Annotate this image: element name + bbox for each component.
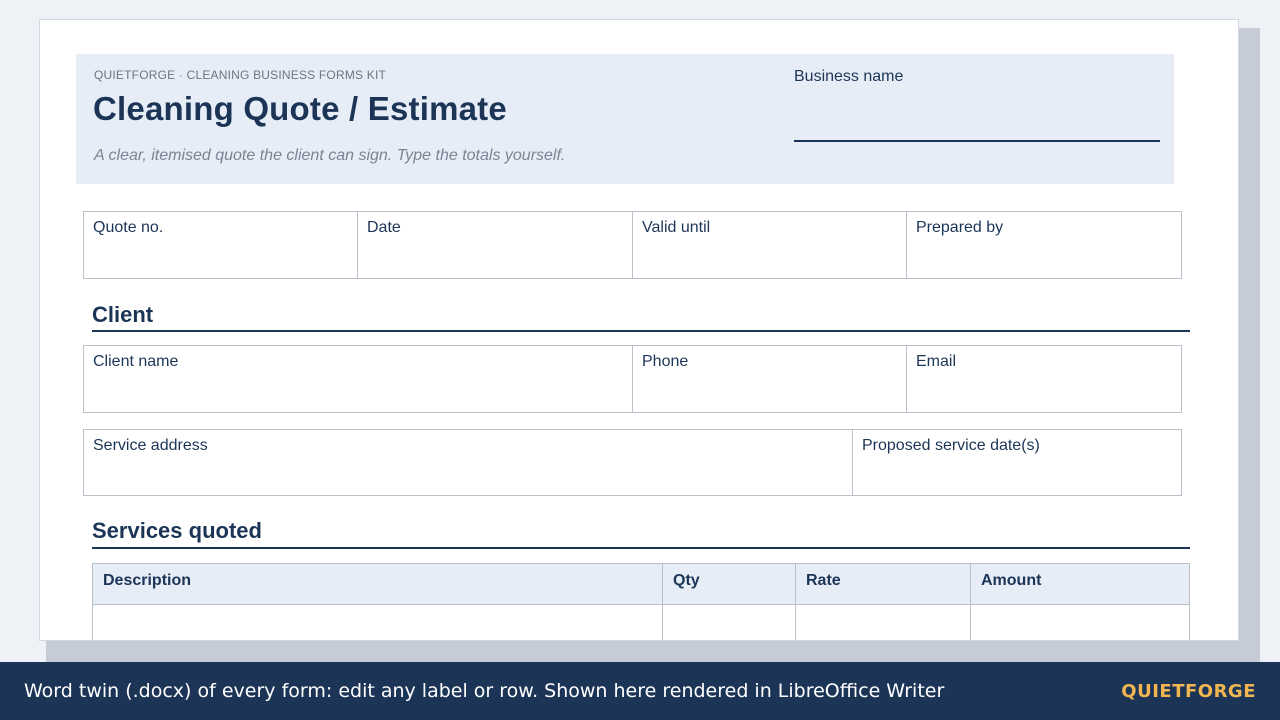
email-label: Email [916, 353, 957, 370]
services-table-header: Description Qty Rate Amount [93, 564, 1189, 605]
col-qty: Qty [663, 564, 796, 604]
valid-until-field[interactable]: Valid until [633, 212, 907, 278]
service-dates-label: Proposed service date(s) [862, 437, 1040, 454]
footer-caption: Word twin (.docx) of every form: edit an… [24, 680, 945, 702]
client-row-1: Client name Phone Email [83, 345, 1182, 413]
service-address-label: Service address [93, 437, 208, 454]
client-row-2: Service address Proposed service date(s) [83, 429, 1182, 496]
quote-info-row: Quote no. Date Valid until Prepared by [83, 211, 1182, 279]
service-dates-field[interactable]: Proposed service date(s) [853, 430, 1181, 495]
brand-logo: QUIETFORGE [1121, 680, 1256, 702]
qty-cell[interactable] [663, 605, 796, 640]
col-description: Description [93, 564, 663, 604]
table-row [93, 605, 1189, 640]
phone-field[interactable]: Phone [633, 346, 907, 412]
footer-bar: Word twin (.docx) of every form: edit an… [0, 662, 1280, 720]
page-subtitle: A clear, itemised quote the client can s… [94, 147, 566, 164]
client-name-label: Client name [93, 353, 179, 370]
services-table: Description Qty Rate Amount [92, 563, 1190, 640]
business-name-field[interactable] [794, 140, 1160, 142]
header-band: QUIETFORGE · CLEANING BUSINESS FORMS KIT… [76, 54, 1174, 184]
services-rule [92, 547, 1190, 549]
email-field[interactable]: Email [907, 346, 1181, 412]
quote-no-field[interactable]: Quote no. [84, 212, 358, 278]
quote-no-label: Quote no. [93, 219, 164, 236]
client-rule [92, 330, 1190, 332]
client-name-field[interactable]: Client name [84, 346, 633, 412]
amount-cell[interactable] [971, 605, 1189, 640]
page-title: Cleaning Quote / Estimate [93, 90, 507, 127]
prepared-by-label: Prepared by [916, 219, 1004, 236]
service-address-field[interactable]: Service address [84, 430, 853, 495]
services-heading: Services quoted [92, 518, 262, 543]
date-field[interactable]: Date [358, 212, 633, 278]
description-cell[interactable] [93, 605, 663, 640]
col-rate: Rate [796, 564, 971, 604]
prepared-by-field[interactable]: Prepared by [907, 212, 1181, 278]
kit-kicker: QUIETFORGE · CLEANING BUSINESS FORMS KIT [94, 68, 387, 82]
date-label: Date [367, 219, 401, 236]
document-page: QUIETFORGE · CLEANING BUSINESS FORMS KIT… [39, 19, 1239, 641]
valid-until-label: Valid until [642, 219, 711, 236]
col-amount: Amount [981, 572, 1042, 589]
phone-label: Phone [642, 353, 689, 370]
rate-cell[interactable] [796, 605, 971, 640]
business-name-label: Business name [794, 68, 904, 85]
client-heading: Client [92, 302, 154, 327]
